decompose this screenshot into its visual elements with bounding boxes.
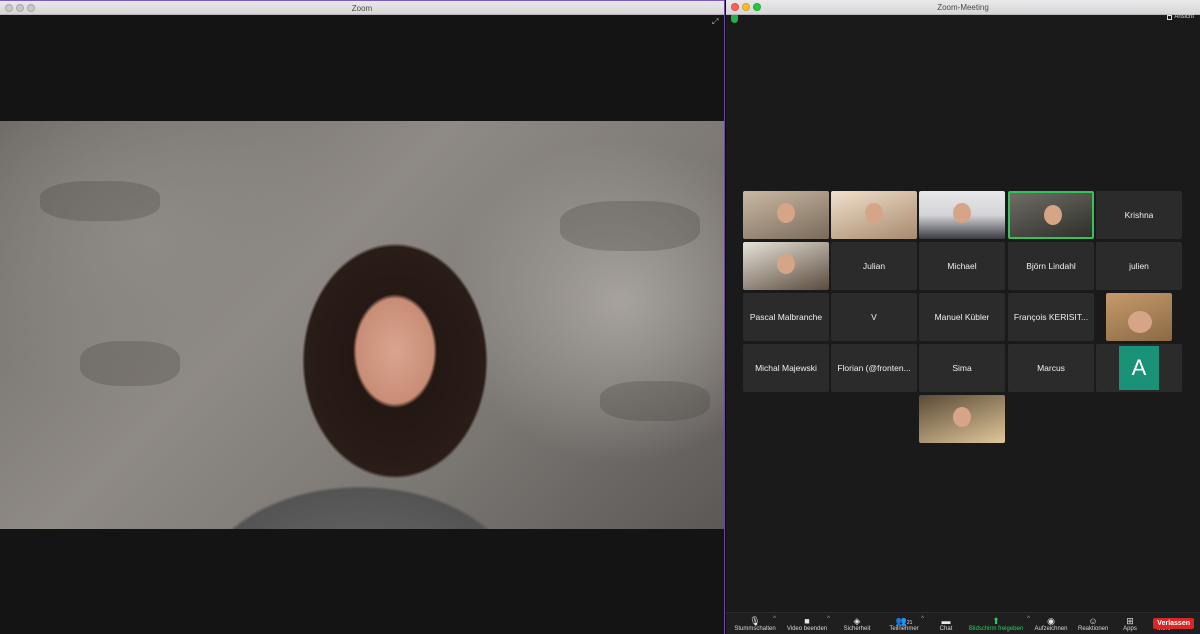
participant-name: Michal Majewski: [755, 363, 817, 373]
meeting-window-titlebar[interactable]: Zoom-Meeting: [726, 0, 1200, 15]
stop-video-label: Video beenden: [786, 626, 828, 632]
speaker-video: [0, 121, 724, 529]
participant-tile[interactable]: François KERISIT...: [1008, 293, 1094, 341]
participant-tile[interactable]: V: [831, 293, 917, 341]
mute-label: Stummschalten: [734, 626, 776, 632]
participant-tile[interactable]: Florian (@fronten...: [831, 344, 917, 392]
participant-video-tile[interactable]: [1008, 191, 1094, 239]
leave-button[interactable]: Verlassen: [1153, 618, 1194, 629]
record-button[interactable]: ◉ Aufzeichnen: [1034, 616, 1068, 632]
security-button[interactable]: ◈ Sicherheit: [840, 616, 874, 632]
chat-button[interactable]: ▬ Chat: [936, 616, 956, 632]
window-controls: [5, 4, 35, 12]
participant-name: V: [871, 312, 877, 322]
participant-name: Björn Lindahl: [1026, 261, 1076, 271]
video-camera-icon: ■: [804, 616, 810, 626]
chevron-up-icon[interactable]: ^: [921, 616, 924, 622]
participant-video-tile[interactable]: [743, 242, 829, 290]
participant-tile[interactable]: Sima: [919, 344, 1005, 392]
participant-video: [1106, 293, 1172, 341]
participants-button[interactable]: 👥21 ^ Teilnehmer: [886, 616, 924, 632]
participant-tile[interactable]: Pascal Malbranche: [743, 293, 829, 341]
minimize-window-button[interactable]: [16, 4, 24, 12]
participant-face: [777, 254, 795, 274]
close-window-button[interactable]: [5, 4, 13, 12]
participant-avatar: A: [1119, 346, 1159, 390]
share-screen-label: Bildschirm freigeben: [968, 626, 1024, 632]
share-screen-icon: ⬆: [992, 616, 1000, 626]
participants-icon: 👥21: [895, 616, 913, 626]
participant-face: [1044, 205, 1062, 225]
meeting-window: Zoom-Meeting Ansicht Krishna Julian Michae…: [726, 0, 1200, 634]
participant-name: julien: [1129, 261, 1149, 271]
close-window-button[interactable]: [731, 3, 739, 11]
participant-tile[interactable]: A: [1096, 344, 1182, 392]
participant-tile[interactable]: Manuel Kübler: [919, 293, 1005, 341]
participant-tile[interactable]: Marcus: [1008, 344, 1094, 392]
participant-tile[interactable]: Krishna: [1096, 191, 1182, 239]
participant-name: François KERISIT...: [1013, 312, 1089, 322]
chevron-up-icon[interactable]: ^: [1027, 616, 1030, 622]
zoom-window-button[interactable]: [27, 4, 35, 12]
zoom-window-button[interactable]: [753, 3, 761, 11]
apps-button[interactable]: ⊞ Apps: [1120, 616, 1140, 632]
record-icon: ◉: [1047, 616, 1055, 626]
participant-name: Sima: [952, 363, 972, 373]
participant-tile[interactable]: Björn Lindahl: [1008, 242, 1094, 290]
grid-icon: [1167, 14, 1173, 20]
participant-video-tile[interactable]: [919, 395, 1005, 443]
shield-icon[interactable]: [731, 15, 738, 23]
minimize-window-button[interactable]: [742, 3, 750, 11]
window-controls: [731, 3, 761, 11]
participant-tile[interactable]: [1096, 293, 1182, 341]
participant-name: Florian (@fronten...: [837, 363, 911, 373]
fullscreen-icon[interactable]: ⤢: [712, 18, 719, 26]
participant-name: Krishna: [1124, 210, 1154, 220]
meeting-window-title: Zoom-Meeting: [937, 3, 989, 12]
record-label: Aufzeichnen: [1034, 626, 1068, 632]
chat-label: Chat: [939, 626, 953, 632]
participant-tile[interactable]: julien: [1096, 242, 1182, 290]
participant-face: [865, 203, 883, 223]
stop-video-button[interactable]: ■ ^ Video beenden: [784, 616, 830, 632]
reactions-label: Reaktionen: [1078, 626, 1109, 632]
speaker-window-title: Zoom: [351, 4, 373, 13]
chevron-up-icon[interactable]: ^: [827, 616, 830, 622]
participant-tile[interactable]: Michael: [919, 242, 1005, 290]
participant-video-tile[interactable]: [831, 191, 917, 239]
security-label: Sicherheit: [843, 626, 871, 632]
view-button-label: Ansicht: [1174, 14, 1194, 20]
participant-face: [953, 203, 971, 223]
smiley-icon: ☺: [1088, 616, 1098, 626]
participant-tile[interactable]: Michal Majewski: [743, 344, 829, 392]
chat-bubble-icon: ▬: [941, 616, 951, 626]
participant-face: [777, 203, 795, 223]
chevron-up-icon[interactable]: ^: [773, 616, 776, 622]
speaker-window-titlebar[interactable]: Zoom: [0, 0, 724, 15]
participant-name: Pascal Malbranche: [749, 312, 823, 322]
security-shield-icon: ◈: [853, 616, 861, 626]
participant-face: [953, 407, 971, 427]
share-screen-button[interactable]: ⬆ ^ Bildschirm freigeben: [968, 616, 1030, 632]
view-button[interactable]: Ansicht: [1167, 14, 1194, 20]
speaker-window: Zoom ⤢: [0, 0, 725, 634]
participant-name: Julian: [862, 261, 886, 271]
participant-video-tile[interactable]: [919, 191, 1005, 239]
participant-tile[interactable]: Julian: [831, 242, 917, 290]
mute-button[interactable]: 🎙 ^ Stummschalten: [730, 616, 780, 632]
apps-icon: ⊞: [1126, 616, 1134, 626]
participant-name: Michael: [947, 261, 977, 271]
participant-name: Manuel Kübler: [934, 312, 990, 322]
participant-name: Marcus: [1037, 363, 1065, 373]
apps-label: Apps: [1123, 626, 1137, 632]
meeting-toolbar: 🎙 ^ Stummschalten ■ ^ Video beenden ◈ Si…: [726, 612, 1200, 634]
participants-label: Teilnehmer: [889, 626, 919, 632]
participant-video-tile[interactable]: [743, 191, 829, 239]
reactions-button[interactable]: ☺ Reaktionen: [1078, 616, 1108, 632]
